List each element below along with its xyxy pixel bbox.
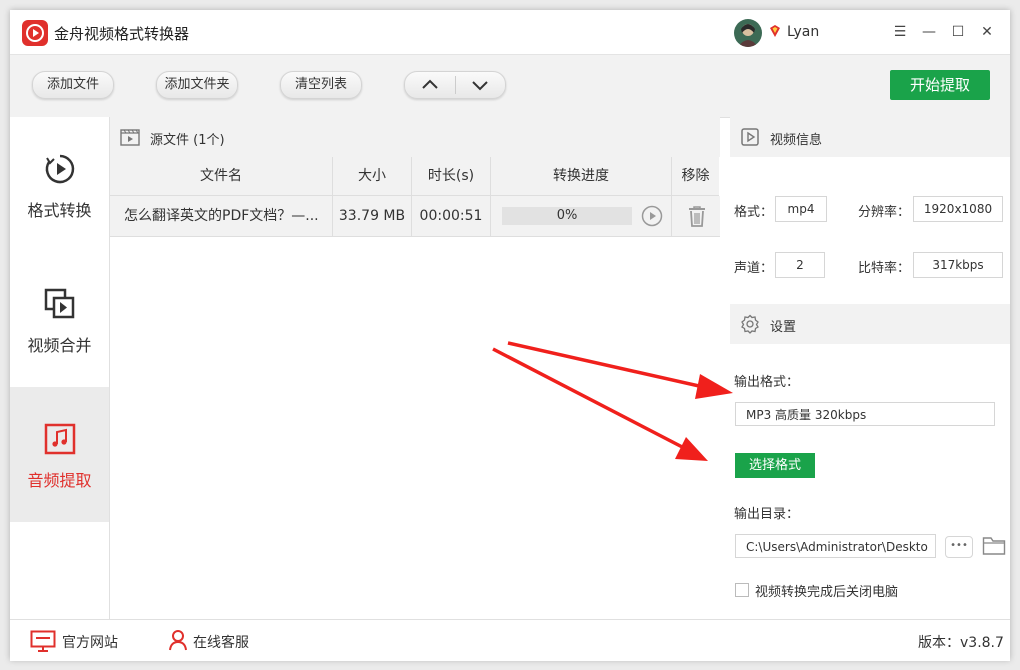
footer: 官方网站 在线客服 版本：v3.8.7 <box>10 619 1010 661</box>
progress-bar: 0% <box>502 207 632 225</box>
sidebar-item-audio-extract[interactable]: 音频提取 <box>10 387 109 522</box>
monitor-icon <box>30 630 56 652</box>
shutdown-label: 视频转换完成后关闭电脑 <box>755 585 899 600</box>
video-merge-icon <box>44 288 75 319</box>
toolbar: 添加文件 添加文件夹 清空列表 开始提取 <box>10 54 1010 118</box>
column-header-name[interactable]: 文件名 <box>110 157 333 196</box>
shutdown-checkbox[interactable] <box>735 583 749 597</box>
official-website-link[interactable]: 官方网站 <box>62 632 118 652</box>
output-dir-field[interactable]: C:\Users\Administrator\Deskto <box>735 534 936 558</box>
output-format-field[interactable]: MP3 高质量 320kbps <box>735 402 995 426</box>
minimize-button[interactable]: — <box>916 20 942 44</box>
avatar[interactable] <box>734 19 762 47</box>
file-list-panel: 源文件 (1个) 文件名 大小 时长(s) 转换进度 移除 怎么翻译英文的PDF… <box>110 117 720 619</box>
sidebar-item-label: 格式转换 <box>27 201 92 220</box>
gear-icon <box>741 314 759 334</box>
video-info-icon <box>741 128 759 146</box>
settings-header: 设置 <box>730 304 1010 344</box>
format-value: mp4 <box>775 196 827 222</box>
bitrate-label: 比特率： <box>858 261 911 276</box>
trash-icon[interactable] <box>687 205 707 227</box>
info-settings-panel: 视频信息 格式： mp4 分辨率： 1920x1080 声道： 2 比特率： 3… <box>730 117 1010 619</box>
bitrate-value: 317kbps <box>913 252 1003 278</box>
folder-icon[interactable] <box>982 535 1006 557</box>
resolution-value: 1920x1080 <box>913 196 1003 222</box>
add-file-button[interactable]: 添加文件 <box>32 71 114 99</box>
browse-more-button[interactable]: ••• <box>945 536 973 558</box>
column-header-remove[interactable]: 移除 <box>672 157 719 196</box>
column-header-progress[interactable]: 转换进度 <box>491 157 672 196</box>
channels-value: 2 <box>775 252 825 278</box>
sidebar-item-label: 视频合并 <box>27 336 92 355</box>
username[interactable]: Lyan <box>787 24 819 40</box>
add-folder-button[interactable]: 添加文件夹 <box>156 71 238 99</box>
online-support-link[interactable]: 在线客服 <box>193 632 249 652</box>
maximize-button[interactable]: ☐ <box>945 20 971 44</box>
chevron-down-icon <box>472 81 488 91</box>
file-list-header: 源文件 (1个) <box>110 117 720 157</box>
reorder-buttons <box>404 71 506 99</box>
video-info-header: 视频信息 <box>730 117 1010 157</box>
file-size-cell: 33.79 MB <box>333 196 412 237</box>
output-format-label: 输出格式： <box>734 375 800 390</box>
vip-badge-icon <box>770 25 780 37</box>
app-title: 金舟视频格式转换器 <box>54 25 190 43</box>
channels-label: 声道： <box>734 261 774 276</box>
close-button[interactable]: ✕ <box>974 20 1000 44</box>
app-logo-icon <box>22 20 48 46</box>
format-label: 格式： <box>734 205 774 220</box>
audio-extract-icon <box>44 423 76 455</box>
column-header-size[interactable]: 大小 <box>333 157 412 196</box>
clear-list-button[interactable]: 清空列表 <box>280 71 362 99</box>
support-agent-icon <box>169 630 187 651</box>
sidebar-item-format-convert[interactable]: 格式转换 <box>10 117 109 252</box>
file-name-cell: 怎么翻译英文的PDF文档？—... <box>110 196 333 237</box>
move-down-button[interactable] <box>456 72 506 98</box>
progress-text: 0% <box>556 208 578 223</box>
output-dir-label: 输出目录： <box>734 507 800 522</box>
file-duration-cell: 00:00:51 <box>412 196 491 237</box>
file-list-title: 源文件 (1个) <box>150 133 225 148</box>
column-header-duration[interactable]: 时长(s) <box>412 157 491 196</box>
play-icon[interactable] <box>641 205 663 227</box>
sidebar-item-video-merge[interactable]: 视频合并 <box>10 252 109 387</box>
choose-format-button[interactable]: 选择格式 <box>735 453 815 478</box>
app-window: 金舟视频格式转换器 Lyan ☰ — ☐ ✕ 添加文件 添加文件夹 清空列表 开… <box>10 10 1010 661</box>
film-icon <box>120 129 140 146</box>
menu-icon[interactable]: ☰ <box>887 20 913 44</box>
chevron-up-icon <box>422 79 438 89</box>
sidebar: 格式转换 视频合并 音频提取 <box>10 117 110 619</box>
video-info-title: 视频信息 <box>770 133 823 148</box>
move-up-button[interactable] <box>405 72 455 98</box>
sidebar-item-label: 音频提取 <box>27 471 92 490</box>
title-bar: 金舟视频格式转换器 Lyan ☰ — ☐ ✕ <box>10 10 1010 54</box>
format-convert-icon <box>45 154 75 184</box>
resolution-label: 分辨率： <box>858 205 911 220</box>
settings-title: 设置 <box>770 320 797 335</box>
start-extract-button[interactable]: 开始提取 <box>890 70 990 100</box>
version-label: 版本：v3.8.7 <box>918 635 1004 651</box>
